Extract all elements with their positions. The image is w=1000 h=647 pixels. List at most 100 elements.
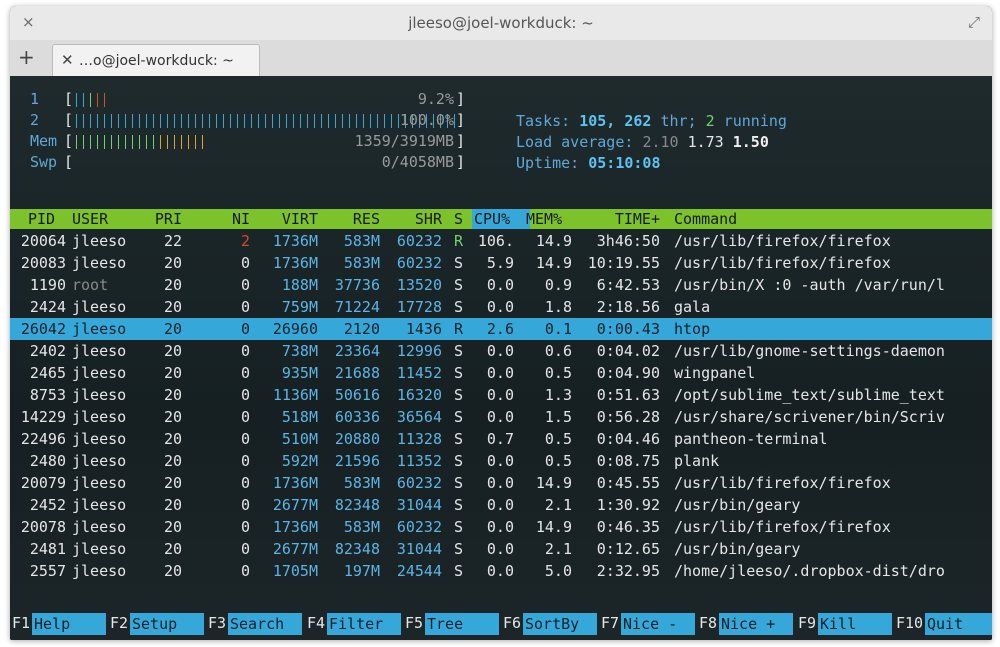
process-row[interactable]: 22496 jleeso 20 0 510M 20880 11328 S 0.7 0.5 0:04.… <box>10 428 992 450</box>
meter-open-bracket: [ <box>64 111 74 129</box>
process-row[interactable]: 2481 jleeso 20 0 2677M 82348 31044 S 0.0 2.1 0:12.… <box>10 538 992 560</box>
cell-cpu: 0.7 <box>486 430 514 448</box>
cell-pri: 20 <box>163 364 182 382</box>
fkey-f9: F9 <box>798 614 817 632</box>
meter-value: 1359/3919MB <box>354 132 454 150</box>
process-row[interactable]: 20078 jleeso 20 0 1736M 583M 60232 S 0.0 14.9 0:46… <box>10 516 992 538</box>
cell-mem: 0.5 <box>544 364 572 382</box>
cell-virt: 2677M <box>272 540 318 558</box>
cell-pri: 20 <box>163 452 182 470</box>
header-pri[interactable]: PRI <box>155 210 182 228</box>
meter-open-bracket: [ <box>64 90 74 108</box>
process-row[interactable]: 2402 jleeso 20 0 738M 23364 12996 S 0.0 0.6 0:04.0… <box>10 340 992 362</box>
cell-virt: 1705M <box>272 562 318 580</box>
process-row[interactable]: 2452 jleeso 20 0 2677M 82348 31044 S 0.0 2.1 1:30.… <box>10 494 992 516</box>
process-row[interactable]: 14229 jleeso 20 0 518M 60336 36564 S 0.0 1.5 0:56.… <box>10 406 992 428</box>
process-row[interactable]: 8753 jleeso 20 0 1136M 50616 16320 S 0.0 1.3 0:51.… <box>10 384 992 406</box>
header-pid[interactable]: PID <box>28 210 55 228</box>
tab-close-icon[interactable]: ✕ <box>61 51 74 69</box>
cell-pid: 26042 <box>20 320 66 338</box>
header-shr[interactable]: SHR <box>415 210 442 228</box>
header-res[interactable]: RES <box>353 210 380 228</box>
cell-ni: 0 <box>240 474 250 492</box>
process-row[interactable]: 1190 root 20 0 188M 37736 13520 S 0.0 0.9 6:42.53 /… <box>10 274 992 296</box>
fkey-f2: F2 <box>110 614 129 632</box>
header-virt[interactable]: VIRT <box>282 210 318 228</box>
cell-cpu: 0.0 <box>486 540 514 558</box>
cell-shr: 31044 <box>396 540 442 558</box>
fkey-help-button[interactable]: Help <box>32 613 107 635</box>
fkey-tree-button[interactable]: Tree <box>425 613 500 635</box>
cell-cpu: 0.0 <box>486 452 514 470</box>
cell-mem: 14.9 <box>535 518 572 536</box>
cell-ni: 0 <box>240 342 250 360</box>
meter-segment <box>202 135 203 149</box>
meter-segment <box>195 114 196 128</box>
cell-cmd: /usr/lib/firefox/firefox <box>674 232 891 250</box>
meter-segment <box>125 114 126 128</box>
cell-cpu: 0.0 <box>486 562 514 580</box>
cell-shr: 31044 <box>396 496 442 514</box>
meter-segment <box>209 114 210 128</box>
meter-segment <box>174 135 175 149</box>
cell-s: R <box>454 320 464 338</box>
cell-shr: 12996 <box>396 342 442 360</box>
cell-mem: 0.5 <box>544 430 572 448</box>
process-table-header[interactable]: PID USER PRI NI VIRT RES SHR S CPU% MEM% TIME+ Comm… <box>10 209 992 229</box>
cell-user: jleeso <box>72 386 127 404</box>
header-cpu[interactable]: CPU% <box>474 210 510 228</box>
cell-res: 21688 <box>334 364 380 382</box>
fkey-setup-button[interactable]: Setup <box>130 613 205 635</box>
process-row[interactable]: 26042 jleeso 20 0 26960 2120 1436 R 2.6 0.1 0:00.4… <box>10 318 992 340</box>
tab-terminal[interactable]: ✕ …o@joel-workduck: ~ <box>52 44 260 77</box>
cell-virt: 1736M <box>272 474 318 492</box>
fkey-nice-button[interactable]: Nice + <box>719 613 794 635</box>
header-time[interactable]: TIME+ <box>615 210 660 228</box>
header-ni[interactable]: NI <box>232 210 250 228</box>
cell-res: 583M <box>343 518 380 536</box>
maximize-icon[interactable]: ⤢ <box>968 13 980 31</box>
process-row[interactable]: 2557 jleeso 20 0 1705M 197M 24544 S 0.0 5.0 2:32.9… <box>10 560 992 582</box>
fkey-filter-button[interactable]: Filter <box>327 613 402 635</box>
process-row[interactable]: 20083 jleeso 20 0 1736M 583M 60232 S 5.9 14.9 10:1… <box>10 252 992 274</box>
fkey-nice-button[interactable]: Nice - <box>621 613 696 635</box>
fkey-sortby-button[interactable]: SortBy <box>523 613 598 635</box>
process-row[interactable]: 2424 jleeso 20 0 759M 71224 17728 S 0.0 1.8 2:18.5… <box>10 296 992 318</box>
process-row[interactable]: 20079 jleeso 20 0 1736M 583M 60232 S 0.0 14.9 0:45… <box>10 472 992 494</box>
function-key-bar: F1 Help F2 Setup F3 Search F4 Filter F5 Tree F6 Sor… <box>10 610 992 636</box>
cell-time: 6:42.53 <box>596 276 660 294</box>
cell-cpu: 0.0 <box>486 298 514 316</box>
header-mem[interactable]: MEM% <box>526 210 562 228</box>
meter-segment <box>167 114 168 128</box>
uptime-line: Uptime: 05:10:08 <box>516 154 661 172</box>
cell-res: 20880 <box>334 430 380 448</box>
cell-virt: 592M <box>281 452 318 470</box>
htop-terminal[interactable]: 1 [9.2%] 2 [100.0%] Mem [1359/3919MB] Swp [0/40… <box>10 76 992 640</box>
process-row[interactable]: 20064 jleeso 22 2 1736M 583M 60232 R 106. 14.9 3h4… <box>10 230 992 252</box>
meter-segment <box>188 114 189 128</box>
process-row[interactable]: 2480 jleeso 20 0 592M 21596 11352 S 0.0 0.5 0:08.7… <box>10 450 992 472</box>
cell-ni: 0 <box>240 562 250 580</box>
header-user[interactable]: USER <box>72 210 108 228</box>
meter-segment <box>237 114 238 128</box>
cell-user: jleeso <box>72 474 127 492</box>
fkey-f1: F1 <box>12 614 31 632</box>
fkey-kill-button[interactable]: Kill <box>818 613 893 635</box>
meter-segment <box>370 114 371 128</box>
load-average-line: Load average: 2.10 1.73 1.50 <box>516 133 769 151</box>
cell-res: 82348 <box>334 540 380 558</box>
cell-ni: 0 <box>240 540 250 558</box>
cell-pri: 20 <box>163 540 182 558</box>
fkey-quit-button[interactable]: Quit <box>925 613 992 635</box>
cell-user: jleeso <box>72 232 127 250</box>
fkey-search-button[interactable]: Search <box>228 613 303 635</box>
header-state[interactable]: S <box>454 210 463 228</box>
meter-segment <box>363 114 364 128</box>
header-command[interactable]: Command <box>674 210 737 228</box>
cell-s: S <box>454 276 464 294</box>
tab-label: …o@joel-workduck: ~ <box>79 53 234 69</box>
process-row[interactable]: 2465 jleeso 20 0 935M 21688 11452 S 0.0 0.5 0:04.9… <box>10 362 992 384</box>
cell-ni: 0 <box>240 364 250 382</box>
new-tab-button[interactable]: + <box>18 45 35 69</box>
meter-segment <box>314 114 315 128</box>
